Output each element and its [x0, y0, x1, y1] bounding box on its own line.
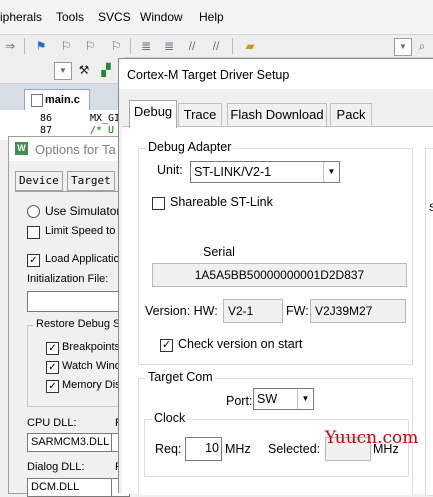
selected-label: Selected: — [268, 442, 321, 456]
open-folder-icon[interactable]: ▰ — [242, 38, 258, 54]
main-toolbar: ⇒ ⚑ ⚐ ⚐ ⚐ ≣ ≣ // // ▰ ▼ ⌕ — [0, 34, 433, 58]
init-file-label: Initialization File: — [27, 273, 109, 285]
port-label: Port: — [226, 394, 253, 408]
unit-select[interactable]: ST-LINK/V2-1 ▼ — [190, 161, 340, 183]
menu-help[interactable]: Help — [199, 10, 224, 24]
dropdown-arrow-icon[interactable]: ▼ — [394, 38, 412, 56]
restore-memory-checkbox[interactable]: ✓ — [46, 380, 59, 393]
bookmark-flag-icon[interactable]: ⚑ — [33, 38, 49, 54]
restore-breakpoints-label: Breakpoints — [62, 341, 121, 353]
shareable-stlink-checkbox[interactable] — [152, 197, 165, 210]
options-dialog-title: Options for Ta — [35, 142, 116, 157]
driver-setup-title: Cortex-M Target Driver Setup — [127, 68, 290, 82]
use-simulator-radio[interactable] — [27, 205, 40, 218]
tab-pack[interactable]: Pack — [330, 103, 372, 126]
clear-bookmarks-icon[interactable]: ⚐ — [108, 38, 124, 54]
menu-peripherals[interactable]: ipherals — [0, 10, 42, 24]
version-hw-label: Version: HW: — [145, 304, 218, 318]
toolbar-separator — [232, 38, 233, 54]
dropdown-arrow-icon[interactable]: ▼ — [323, 162, 339, 182]
toolbar-separator — [130, 38, 131, 54]
unit-label: Unit: — [157, 163, 183, 177]
limit-speed-label: Limit Speed to R — [45, 225, 127, 237]
uncomment-icon[interactable]: // — [208, 38, 224, 54]
tab-flash-download[interactable]: Flash Download — [227, 103, 327, 126]
secondary-toolbar: ▼ ⚒ ▞ — [0, 57, 125, 84]
tab-target[interactable]: Target — [67, 171, 115, 191]
port-select-value: SW — [257, 392, 278, 406]
dropdown-arrow-icon[interactable]: ▼ — [54, 62, 72, 80]
fw-label: FW: — [286, 304, 309, 318]
restore-breakpoints-checkbox[interactable]: ✓ — [46, 342, 59, 355]
req-unit-label: MHz — [225, 442, 251, 456]
menu-tools[interactable]: Tools — [56, 10, 84, 24]
serial-number-field: 1A5A5BB50000000001D2D837 — [152, 263, 407, 287]
fw-version-field: V2J39M27 — [310, 299, 406, 323]
target-options-icon[interactable]: ▞ — [98, 62, 114, 78]
menu-svcs[interactable]: SVCS — [98, 10, 131, 24]
dropdown-arrow-icon[interactable]: ▼ — [297, 389, 313, 409]
code-line: MX_GI — [90, 113, 121, 124]
magic-wand-icon[interactable]: ⚒ — [76, 62, 92, 78]
restore-watch-checkbox[interactable]: ✓ — [46, 361, 59, 374]
unindent-icon[interactable]: ≣ — [161, 38, 177, 54]
editor-tab-label: main.c — [45, 94, 80, 106]
unit-select-value: ST-LINK/V2-1 — [194, 165, 272, 179]
file-icon — [31, 94, 43, 107]
hw-version-field: V2-1 — [223, 299, 283, 323]
toolbar-separator — [24, 38, 25, 54]
clipped-label: S — [429, 202, 433, 214]
cpu-dll-input[interactable]: SARMCM3.DLL — [27, 433, 112, 452]
req-label: Req: — [155, 442, 182, 456]
keil-app-icon: W — [15, 142, 28, 155]
right-clipped-group: S — [425, 148, 433, 496]
check-version-label: Check version on start — [178, 337, 303, 351]
indent-icon[interactable]: ≣ — [138, 38, 154, 54]
serial-label: Serial — [203, 245, 235, 259]
menu-window[interactable]: Window — [140, 10, 183, 24]
debug-adapter-title: Debug Adapter — [146, 140, 234, 154]
load-application-label: Load Applicatio — [45, 253, 120, 265]
limit-speed-checkbox[interactable] — [27, 226, 40, 239]
init-file-input[interactable] — [27, 291, 132, 312]
editor-tab-main-c[interactable]: main.c — [24, 89, 90, 110]
check-version-checkbox[interactable]: ✓ — [160, 339, 173, 352]
editor-tab-strip: main.c — [0, 84, 125, 110]
find-icon[interactable]: ⌕ — [414, 38, 430, 54]
watermark-text: Yuucn.com — [325, 428, 419, 448]
shareable-stlink-label: Shareable ST-Link — [170, 195, 273, 209]
dialog-dll-label: Dialog DLL: — [27, 461, 85, 473]
target-com-title: Target Com — [146, 370, 215, 384]
cpu-dll-label: CPU DLL: — [27, 417, 77, 429]
use-simulator-label: Use Simulator — [45, 204, 121, 218]
dialog-dll-input[interactable]: DCM.DLL — [27, 478, 112, 497]
next-bookmark-icon[interactable]: ⚐ — [82, 38, 98, 54]
prev-bookmark-icon[interactable]: ⚐ — [58, 38, 74, 54]
menu-bar: ipherals Tools SVCS Window Help — [0, 0, 433, 34]
tab-trace[interactable]: Trace — [178, 103, 222, 126]
line-number: 87 — [40, 125, 53, 136]
arrow-right-icon[interactable]: ⇒ — [2, 38, 18, 54]
debug-adapter-group: Debug Adapter Unit: ST-LINK/V2-1 ▼ Share… — [138, 140, 413, 365]
tab-device[interactable]: Device — [15, 171, 63, 191]
clock-title: Clock — [152, 411, 188, 425]
driver-setup-titlebar[interactable]: Cortex-M Target Driver Setup — [119, 59, 433, 89]
line-number: 86 — [40, 113, 53, 124]
req-frequency-input[interactable]: 10 — [185, 437, 222, 461]
code-line: /* U — [90, 125, 115, 136]
tab-debug[interactable]: Debug — [129, 100, 177, 128]
comment-icon[interactable]: // — [184, 38, 200, 54]
port-select[interactable]: SW ▼ — [253, 388, 314, 410]
load-application-checkbox[interactable]: ✓ — [27, 254, 40, 267]
restore-debug-title: Restore Debug S — [34, 318, 123, 330]
